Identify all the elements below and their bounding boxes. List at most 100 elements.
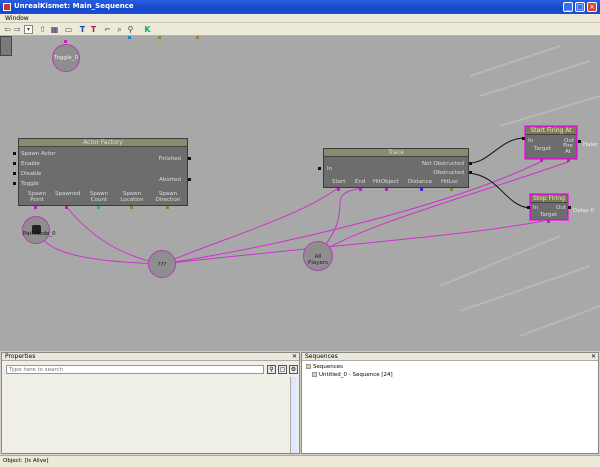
properties-header: Properties ✕ xyxy=(2,353,299,361)
back-arrow-icon[interactable]: ⇦ xyxy=(3,25,12,34)
top-pin-blue[interactable] xyxy=(128,36,131,39)
status-text: Object: [Is Alive] xyxy=(3,458,49,464)
dropdown-icon[interactable]: ▾ xyxy=(24,25,33,34)
search-icon[interactable]: ⚲ xyxy=(126,25,135,34)
search-icon[interactable]: ⚲ xyxy=(267,365,276,374)
trace-var-hitobject[interactable]: HitObject xyxy=(373,179,399,185)
toggle-pin[interactable] xyxy=(64,40,67,43)
var-spawn-location[interactable]: Spawn Location xyxy=(117,191,147,203)
pin-spawn-actor[interactable] xyxy=(13,152,16,155)
pin-trace-end[interactable] xyxy=(359,188,362,191)
var-spawn-count[interactable]: Spawn Count xyxy=(87,191,111,203)
pin-stop-firing-target[interactable] xyxy=(547,220,550,223)
status-bar: Object: [Is Alive] xyxy=(0,455,600,467)
properties-search-input[interactable] xyxy=(6,365,264,374)
trace-node[interactable]: Trace In Not Obstructed Obstructed Start… xyxy=(323,148,469,188)
text-icon[interactable]: T xyxy=(78,25,87,34)
input-spawn-actor[interactable]: Spawn Actor xyxy=(21,151,56,157)
top-pin-olive-2[interactable] xyxy=(158,36,161,39)
output-aborted[interactable]: Aborted xyxy=(159,177,181,183)
start-firing-fire-at[interactable]: Fire At xyxy=(562,143,574,155)
top-pin-olive[interactable] xyxy=(196,36,199,39)
input-disable[interactable]: Disable xyxy=(21,171,41,177)
text-alt-icon[interactable]: T xyxy=(89,25,98,34)
trace-output-not-obstructed[interactable]: Not Obstructed xyxy=(422,161,464,167)
pin-finished[interactable] xyxy=(188,157,191,160)
path-node-var[interactable]: PathNode_0 xyxy=(22,216,56,244)
pin-spawn-point[interactable] xyxy=(34,206,37,209)
forward-arrow-icon[interactable]: ⇨ xyxy=(13,25,22,34)
trace-input-in[interactable]: In xyxy=(327,166,332,172)
toggle-node[interactable]: Toggle_0 xyxy=(52,44,80,72)
pin-trace-start[interactable] xyxy=(337,188,340,191)
input-toggle[interactable]: Toggle xyxy=(21,181,39,187)
pin-toggle[interactable] xyxy=(13,182,16,185)
var-spawn-direction[interactable]: Spawn Direction xyxy=(151,191,185,203)
stop-firing-in[interactable]: In xyxy=(533,205,538,211)
pin-trace-in[interactable] xyxy=(318,167,321,170)
pin-start-firing-in[interactable] xyxy=(522,137,525,140)
trace-var-end[interactable]: End xyxy=(355,179,365,185)
var-spawn-point[interactable]: Spawn Point xyxy=(24,191,50,203)
pin-trace-obstructed[interactable] xyxy=(469,171,472,174)
pin-spawn-location[interactable] xyxy=(130,206,133,209)
var-spawned[interactable]: Spawned xyxy=(55,191,80,197)
print-icon[interactable]: ▭ xyxy=(64,25,73,34)
unknown-var[interactable]: ??? xyxy=(148,250,176,278)
output-finished[interactable]: Finished xyxy=(158,156,181,162)
start-firing-target[interactable]: Target xyxy=(534,146,551,152)
tree-item-untitled[interactable]: Untitled_0 - Sequence [24] xyxy=(312,372,393,378)
properties-close-icon[interactable]: ✕ xyxy=(292,353,297,361)
trace-output-obstructed[interactable]: Obstructed xyxy=(433,170,464,176)
properties-panel: Properties ✕ ⚲ ▢ ⚙ xyxy=(1,352,300,454)
minimize-button[interactable]: _ xyxy=(563,2,573,12)
pin-start-firing-out[interactable] xyxy=(578,140,581,143)
menu-window[interactable]: Window xyxy=(5,15,29,22)
kismet-canvas[interactable]: Toggle_0 Actor Factory Spawn Actor Enabl… xyxy=(0,36,600,351)
pin-disable[interactable] xyxy=(13,172,16,175)
sequences-close-icon[interactable]: ✕ xyxy=(591,353,596,361)
pin-spawn-direction[interactable] xyxy=(166,206,169,209)
stop-firing-target[interactable]: Target xyxy=(540,212,557,218)
trace-var-hitloc[interactable]: HitLoc xyxy=(441,179,458,185)
pin-start-firing-target[interactable] xyxy=(540,159,543,162)
clear-icon[interactable]: ▢ xyxy=(278,365,287,374)
stop-firing-node[interactable]: Stop Firing In Out Target xyxy=(530,194,568,220)
sequence-icon xyxy=(312,372,317,377)
all-players-label: All Players xyxy=(308,254,328,266)
up-arrow-icon[interactable]: ⇧ xyxy=(38,25,47,34)
k-icon[interactable]: K xyxy=(143,25,152,34)
input-enable[interactable]: Enable xyxy=(21,161,40,167)
trace-title: Trace xyxy=(324,149,468,157)
pin-stop-firing-out[interactable] xyxy=(568,206,571,209)
pin-start-firing-fire-at[interactable] xyxy=(567,159,570,162)
trace-var-distance[interactable]: Distance xyxy=(408,179,432,185)
pin-trace-not-obstructed[interactable] xyxy=(469,162,472,165)
pin-trace-distance[interactable] xyxy=(420,188,423,191)
start-firing-node[interactable]: Start Firing At In Out Target Fire At xyxy=(525,126,577,159)
start-firing-title: Start Firing At xyxy=(526,127,576,135)
pin-trace-hitobject[interactable] xyxy=(385,188,388,191)
start-firing-in[interactable]: In xyxy=(528,138,533,144)
close-button[interactable]: × xyxy=(587,2,597,12)
title-bar[interactable]: UnrealKismet: Main_Sequence _ □ × xyxy=(0,0,600,14)
partial-node[interactable] xyxy=(0,36,12,56)
pin-spawn-count[interactable] xyxy=(97,206,100,209)
actor-factory-node[interactable]: Actor Factory Spawn Actor Enable Disable… xyxy=(18,138,188,206)
stop-firing-out[interactable]: Out xyxy=(556,205,566,211)
maximize-button[interactable]: □ xyxy=(575,2,585,12)
save-icon[interactable]: ▦ xyxy=(50,25,59,34)
properties-title: Properties xyxy=(5,353,36,360)
filter-icon[interactable]: ⚙ xyxy=(289,365,298,374)
pin-enable[interactable] xyxy=(13,162,16,165)
pin-aborted[interactable] xyxy=(188,178,191,181)
pin-spawned[interactable] xyxy=(65,206,68,209)
pin-stop-firing-in[interactable] xyxy=(527,206,530,209)
tree-root-sequences[interactable]: Sequences xyxy=(306,364,343,370)
zoom-icon[interactable]: ⌕ xyxy=(115,25,124,34)
pin-trace-hitloc[interactable] xyxy=(450,188,453,191)
trace-var-start[interactable]: Start xyxy=(332,179,345,185)
properties-scrollbar[interactable] xyxy=(290,377,297,453)
all-players-var[interactable]: All Players xyxy=(303,241,333,271)
comment-icon[interactable]: ⌐ xyxy=(103,25,112,34)
